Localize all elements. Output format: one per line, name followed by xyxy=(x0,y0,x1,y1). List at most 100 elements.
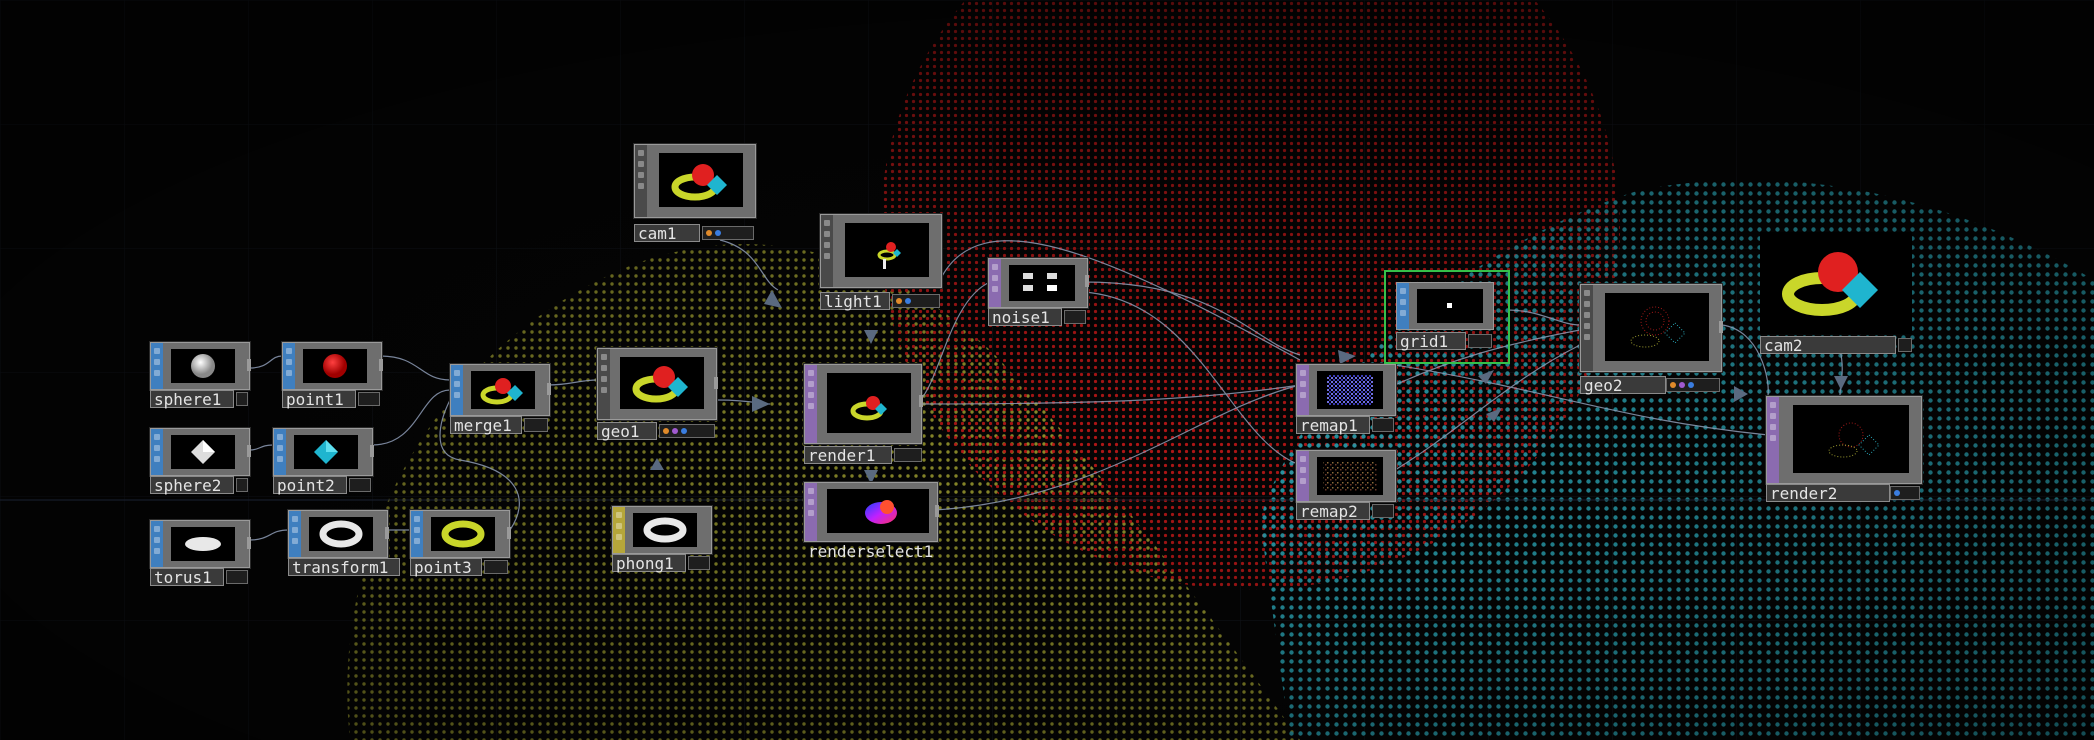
merged-shapes-icon xyxy=(471,371,535,409)
white-torus-icon xyxy=(633,513,697,547)
bypass-toggle[interactable] xyxy=(894,448,922,462)
white-torus-icon xyxy=(309,517,373,551)
top-strip xyxy=(805,483,817,541)
node-label: geo1 xyxy=(597,422,657,441)
flag-dot xyxy=(905,298,911,304)
flag-row[interactable] xyxy=(892,294,940,308)
bypass-toggle[interactable] xyxy=(1468,334,1492,348)
bypass-toggle[interactable] xyxy=(1372,418,1394,432)
node-phong1[interactable]: phong1 xyxy=(612,506,712,576)
node-geo1[interactable]: geo1 xyxy=(597,348,719,444)
output-port[interactable] xyxy=(379,359,383,371)
node-label: noise1 xyxy=(988,308,1062,327)
node-label: sphere2 xyxy=(150,476,234,495)
output-port[interactable] xyxy=(714,377,718,389)
top-strip xyxy=(1767,397,1779,483)
node-label: point2 xyxy=(273,476,347,495)
node-light1[interactable]: light1 xyxy=(820,214,944,314)
sop-strip xyxy=(411,511,423,557)
node-label: merge1 xyxy=(450,416,522,435)
node-label: renderselect1 xyxy=(808,542,934,561)
flag-dot xyxy=(1688,382,1694,388)
flag-row[interactable] xyxy=(1890,486,1920,500)
bypass-toggle[interactable] xyxy=(688,556,710,570)
bypass-toggle[interactable] xyxy=(1372,504,1394,518)
output-port[interactable] xyxy=(919,395,923,407)
flag-dot xyxy=(681,428,687,434)
sop-strip xyxy=(274,429,286,475)
flag-row[interactable] xyxy=(1666,378,1720,392)
node-label: geo2 xyxy=(1580,376,1666,395)
top-strip xyxy=(989,259,1001,307)
output-port[interactable] xyxy=(547,383,551,395)
output-port[interactable] xyxy=(247,537,251,549)
bypass-toggle[interactable] xyxy=(236,392,248,406)
node-label: point3 xyxy=(410,558,482,577)
red-sphere-icon xyxy=(303,349,367,383)
sop-strip xyxy=(151,521,163,567)
node-cam1[interactable]: cam1 xyxy=(634,144,758,244)
node-label: torus1 xyxy=(150,568,224,587)
node-cam2[interactable]: cam2 xyxy=(1760,232,1916,356)
flag-dot xyxy=(1670,382,1676,388)
white-sphere-icon xyxy=(171,349,235,383)
bypass-toggle[interactable] xyxy=(358,392,380,406)
particles-icon xyxy=(1605,293,1709,361)
output-port[interactable] xyxy=(247,359,251,371)
node-transform1[interactable]: transform1 xyxy=(288,510,400,577)
merged-shapes-icon xyxy=(620,357,704,409)
node-label: cam1 xyxy=(634,224,700,243)
node-point3[interactable]: point3 xyxy=(410,510,511,577)
output-port[interactable] xyxy=(935,505,939,517)
node-point2[interactable]: point2 xyxy=(273,428,374,495)
output-port[interactable] xyxy=(247,445,251,457)
bypass-toggle[interactable] xyxy=(484,560,508,574)
comp-strip xyxy=(821,215,833,287)
flag-row[interactable] xyxy=(659,424,715,438)
rendered-shapes-icon xyxy=(827,373,911,433)
node-renderselect1[interactable]: renderselect1 xyxy=(804,482,956,562)
output-port[interactable] xyxy=(385,527,389,539)
bypass-toggle[interactable] xyxy=(226,570,248,584)
particles-icon xyxy=(1793,405,1909,473)
node-label: phong1 xyxy=(612,554,686,573)
output-port[interactable] xyxy=(1719,321,1723,333)
cyan-diamond-icon xyxy=(294,435,358,469)
top-strip xyxy=(805,365,817,443)
node-merge1[interactable]: merge1 xyxy=(450,364,551,436)
output-port[interactable] xyxy=(370,445,374,457)
bypass-toggle[interactable] xyxy=(1064,310,1086,324)
node-torus1[interactable]: torus1 xyxy=(150,520,251,587)
sop-strip xyxy=(283,343,295,389)
bypass-toggle[interactable] xyxy=(349,478,371,492)
bypass-toggle[interactable] xyxy=(236,478,248,492)
sop-strip xyxy=(1397,283,1409,329)
node-label: point1 xyxy=(282,390,356,409)
small-shapes-icon xyxy=(845,223,929,277)
node-render2[interactable]: render2 xyxy=(1766,396,1924,506)
flag-dot xyxy=(706,230,712,236)
node-remap2[interactable]: remap2 xyxy=(1296,450,1396,522)
yellow-torus-icon xyxy=(431,517,495,551)
merged-shapes-icon xyxy=(659,153,743,207)
node-sphere2[interactable]: sphere2 xyxy=(150,428,251,495)
output-port[interactable] xyxy=(507,527,511,539)
node-label: remap1 xyxy=(1296,416,1370,435)
node-noise1[interactable]: noise1 xyxy=(988,258,1089,328)
node-grid1[interactable]: grid1 xyxy=(1384,270,1510,364)
comp-strip xyxy=(635,145,647,217)
node-point1[interactable]: point1 xyxy=(282,342,383,409)
node-geo2[interactable]: geo2 xyxy=(1580,284,1724,400)
add-button[interactable] xyxy=(1898,338,1912,352)
output-port[interactable] xyxy=(1085,275,1089,287)
flag-row[interactable] xyxy=(702,226,754,240)
node-label: grid1 xyxy=(1396,332,1466,351)
mat-strip xyxy=(613,507,625,553)
comp-strip xyxy=(1581,285,1593,371)
sop-strip xyxy=(451,365,463,415)
bypass-toggle[interactable] xyxy=(524,418,548,432)
dark-noise-icon xyxy=(1317,457,1383,495)
node-remap1[interactable]: remap1 xyxy=(1296,364,1396,436)
node-sphere1[interactable]: sphere1 xyxy=(150,342,251,409)
node-render1[interactable]: render1 xyxy=(804,364,923,468)
